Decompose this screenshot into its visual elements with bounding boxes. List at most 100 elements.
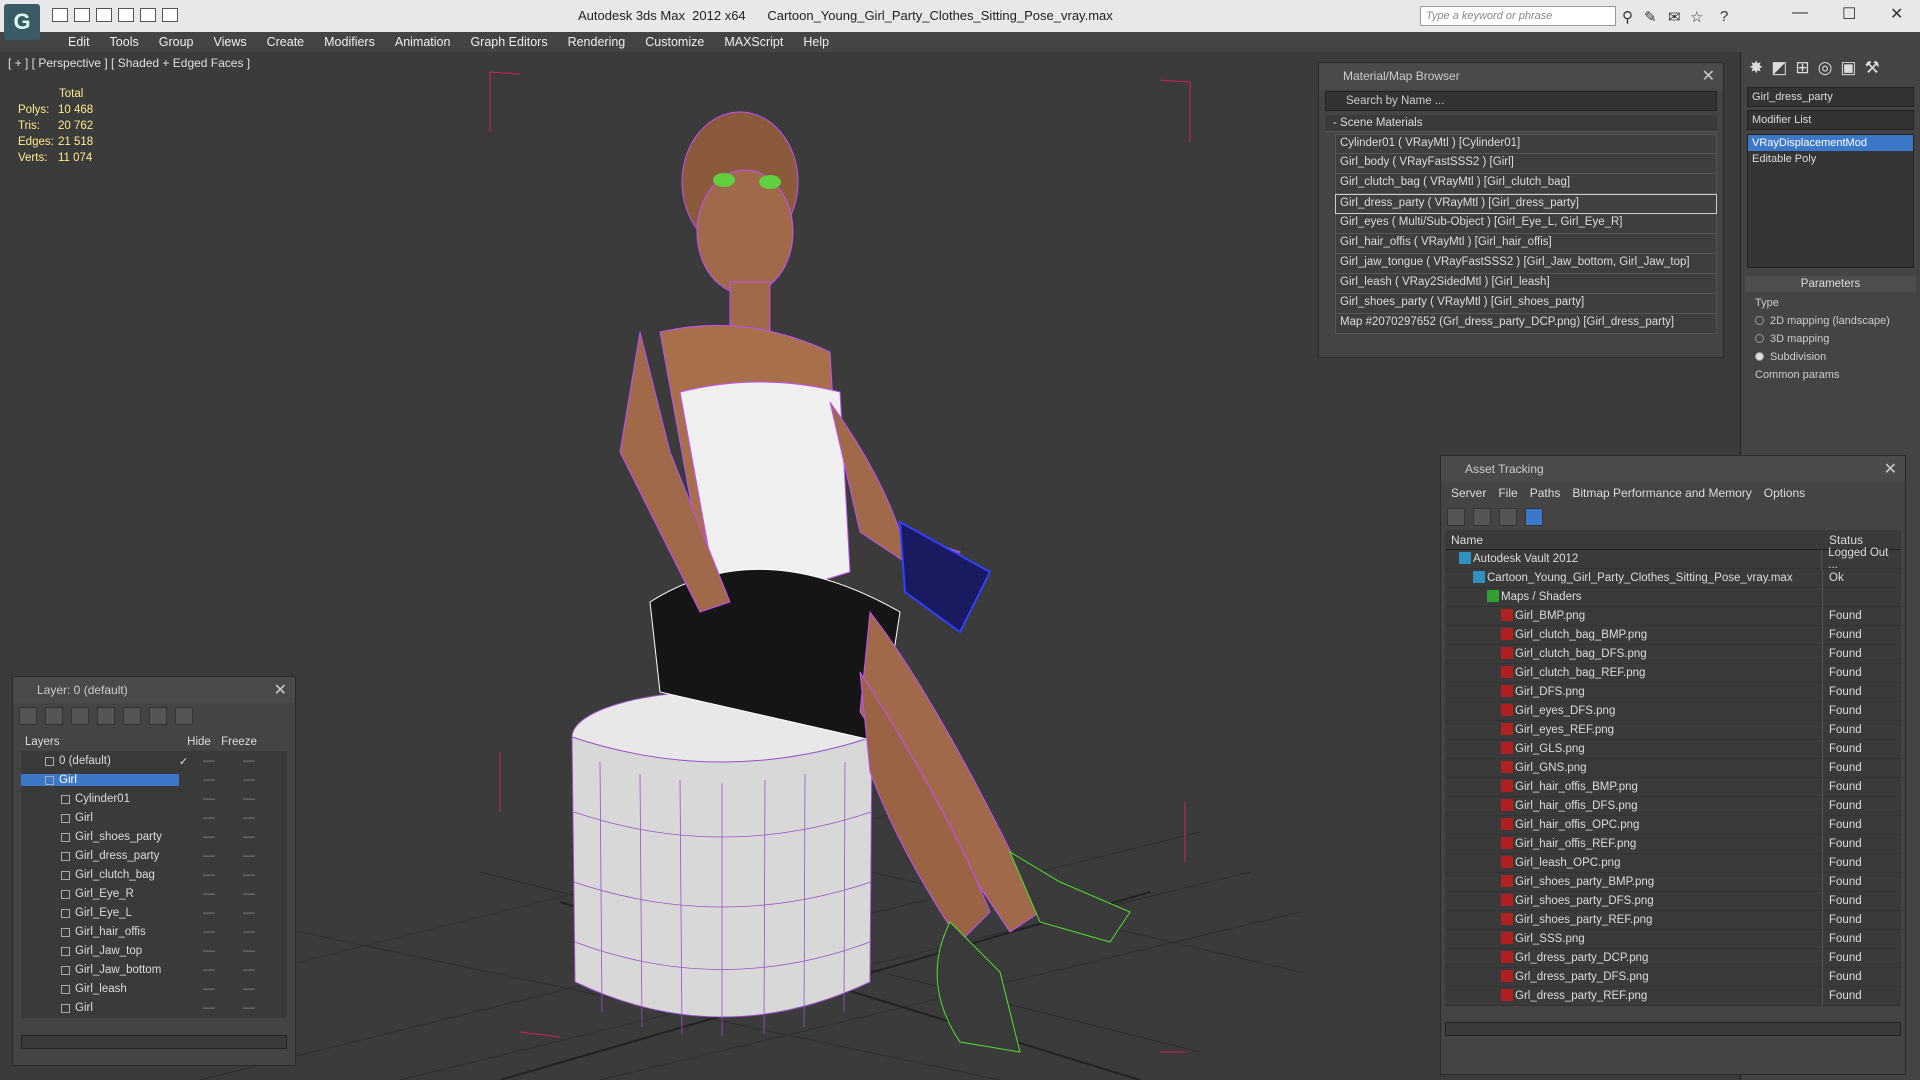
asset-row[interactable]: Girl_GNS.png Found [1445,758,1901,778]
layer-row[interactable]: Girl_dress_party — — [21,847,287,866]
subscription-icon[interactable]: ✎ [1644,8,1657,26]
hide-toggle[interactable]: — [189,888,229,900]
logo-icon[interactable]: G [4,4,40,40]
hide-toggle[interactable]: — [189,831,229,843]
radio-subdivision[interactable]: Subdivision [1741,348,1920,366]
asset-row[interactable]: Girl_hair_offis_OPC.png Found [1445,815,1901,835]
material-item[interactable]: Girl_jaw_tongue ( VRayFastSSS2 ) [Girl_J… [1335,254,1717,274]
close-icon[interactable]: ✕ [274,680,287,700]
freeze-toggle[interactable]: — [229,850,269,862]
layer-row[interactable]: Girl — — [21,999,287,1018]
hide-toggle[interactable]: — [189,755,229,767]
menu-customize[interactable]: Customize [635,32,714,52]
asset-row[interactable]: Girl_shoes_party_REF.png Found [1445,910,1901,930]
menu-options[interactable]: Options [1758,484,1811,502]
minimize-icon[interactable]: — [1792,4,1808,22]
close-icon[interactable]: ✕ [1702,66,1715,86]
horizontal-scrollbar[interactable] [1445,1022,1901,1036]
parameters-rollout[interactable]: Parameters [1745,276,1916,292]
close-icon[interactable]: ✕ [1884,459,1897,479]
freeze-toggle[interactable]: — [229,869,269,881]
save-icon[interactable] [74,8,90,22]
asset-row[interactable]: Girl_hair_offis_DFS.png Found [1445,796,1901,816]
create-layer-icon[interactable] [19,707,37,725]
hide-toggle[interactable]: — [189,983,229,995]
layer-row[interactable]: 0 (default) ✓ — — [21,752,287,771]
scene-materials-section[interactable]: - Scene Materials [1325,115,1717,132]
asset-row[interactable]: Grl_dress_party_DFS.png Found [1445,967,1901,987]
hide-toggle[interactable]: — [189,964,229,976]
material-item[interactable]: Map #2070297652 (Grl_dress_party_DCP.png… [1335,314,1717,334]
asset-row[interactable]: Girl_clutch_bag_BMP.png Found [1445,625,1901,645]
asset-row[interactable]: Girl_BMP.png Found [1445,606,1901,626]
menu-group[interactable]: Group [149,32,204,52]
freeze-toggle[interactable]: — [229,793,269,805]
current-layer-checkmark[interactable]: ✓ [179,755,189,768]
material-item[interactable]: Girl_body ( VRayFastSSS2 ) [Girl] [1335,154,1717,174]
hold-icon[interactable] [140,8,156,22]
asset-row[interactable]: Girl_shoes_party_BMP.png Found [1445,872,1901,892]
layer-row[interactable]: Girl_Jaw_bottom — — [21,961,287,980]
hide-toggle[interactable]: — [189,869,229,881]
freeze-toggle[interactable]: — [229,907,269,919]
undo-icon[interactable] [96,8,112,22]
layer-row[interactable]: Girl_shoes_party — — [21,828,287,847]
material-item[interactable]: Girl_hair_offis ( VRayMtl ) [Girl_hair_o… [1335,234,1717,254]
menu-rendering[interactable]: Rendering [558,32,636,52]
freeze-toggle[interactable]: — [229,945,269,957]
hide-toggle[interactable]: — [189,812,229,824]
stack-item[interactable]: Editable Poly [1748,151,1913,167]
layer-row[interactable]: Cylinder01 — — [21,790,287,809]
menu-graph-editors[interactable]: Graph Editors [460,32,557,52]
asset-row[interactable]: Maps / Shaders [1445,587,1901,607]
keyword-search-input[interactable]: Type a keyword or phrase [1420,6,1616,26]
menu-create[interactable]: Create [257,32,315,52]
menu-edit[interactable]: Edit [58,32,100,52]
communication-icon[interactable]: ✉ [1668,8,1681,26]
asset-row[interactable]: Girl_shoes_party_DFS.png Found [1445,891,1901,911]
hide-toggle[interactable]: — [189,850,229,862]
menu-tools[interactable]: Tools [100,32,149,52]
hide-toggle[interactable]: — [189,907,229,919]
create-tab-icon[interactable]: ✸ [1749,58,1763,78]
asset-row[interactable]: Girl_GLS.png Found [1445,739,1901,759]
menu-views[interactable]: Views [203,32,256,52]
layer-row[interactable]: Girl_Eye_L — — [21,904,287,923]
material-item[interactable]: Girl_shoes_party ( VRayMtl ) [Girl_shoes… [1335,294,1717,314]
material-item[interactable]: Girl_clutch_bag ( VRayMtl ) [Girl_clutch… [1335,174,1717,194]
modifier-list-dropdown[interactable]: Modifier List [1747,110,1914,130]
modify-tab-icon[interactable]: ◩ [1771,58,1787,78]
menu-help[interactable]: Help [793,32,839,52]
material-item[interactable]: Cylinder01 ( VRayMtl ) [Cylinder01] [1335,134,1717,154]
freeze-all-icon[interactable] [175,707,193,725]
close-icon[interactable]: ✕ [1890,4,1903,24]
material-item[interactable]: Girl_eyes ( Multi/Sub-Object ) [Girl_Eye… [1335,214,1717,234]
freeze-toggle[interactable]: — [229,1002,269,1014]
thumbnail-view-icon[interactable] [1499,508,1517,526]
status-column-header[interactable]: Status [1823,533,1869,547]
select-objects-icon[interactable] [97,707,115,725]
hide-toggle[interactable]: — [189,774,229,786]
horizontal-scrollbar[interactable] [21,1035,287,1049]
asset-row[interactable]: Grl_dress_party_REF.png Found [1445,986,1901,1006]
menu-bitmap-performance[interactable]: Bitmap Performance and Memory [1566,484,1757,502]
layer-row[interactable]: Girl_clutch_bag — — [21,866,287,885]
freeze-toggle[interactable]: — [229,964,269,976]
table-view-icon[interactable] [1525,508,1543,526]
asset-row[interactable]: Autodesk Vault 2012 Logged Out ... [1445,547,1901,571]
freeze-toggle[interactable]: — [229,983,269,995]
name-column-header[interactable]: Name [1445,533,1823,547]
freeze-toggle[interactable]: — [229,831,269,843]
layer-row[interactable]: Girl — — [21,809,287,828]
delete-layer-icon[interactable] [45,707,63,725]
layer-row[interactable]: Girl_Jaw_top — — [21,942,287,961]
freeze-toggle[interactable]: — [229,812,269,824]
redo-icon[interactable] [118,8,134,22]
asset-row[interactable]: Girl_leash_OPC.png Found [1445,853,1901,873]
stack-item[interactable]: VRayDisplacementMod [1748,135,1913,151]
utilities-tab-icon[interactable]: ⚒ [1864,58,1879,78]
open-icon[interactable] [52,8,68,22]
layer-row[interactable]: Girl_hair_offis — — [21,923,287,942]
asset-row[interactable]: Girl_hair_offis_BMP.png Found [1445,777,1901,797]
asset-row[interactable]: Girl_clutch_bag_REF.png Found [1445,663,1901,683]
